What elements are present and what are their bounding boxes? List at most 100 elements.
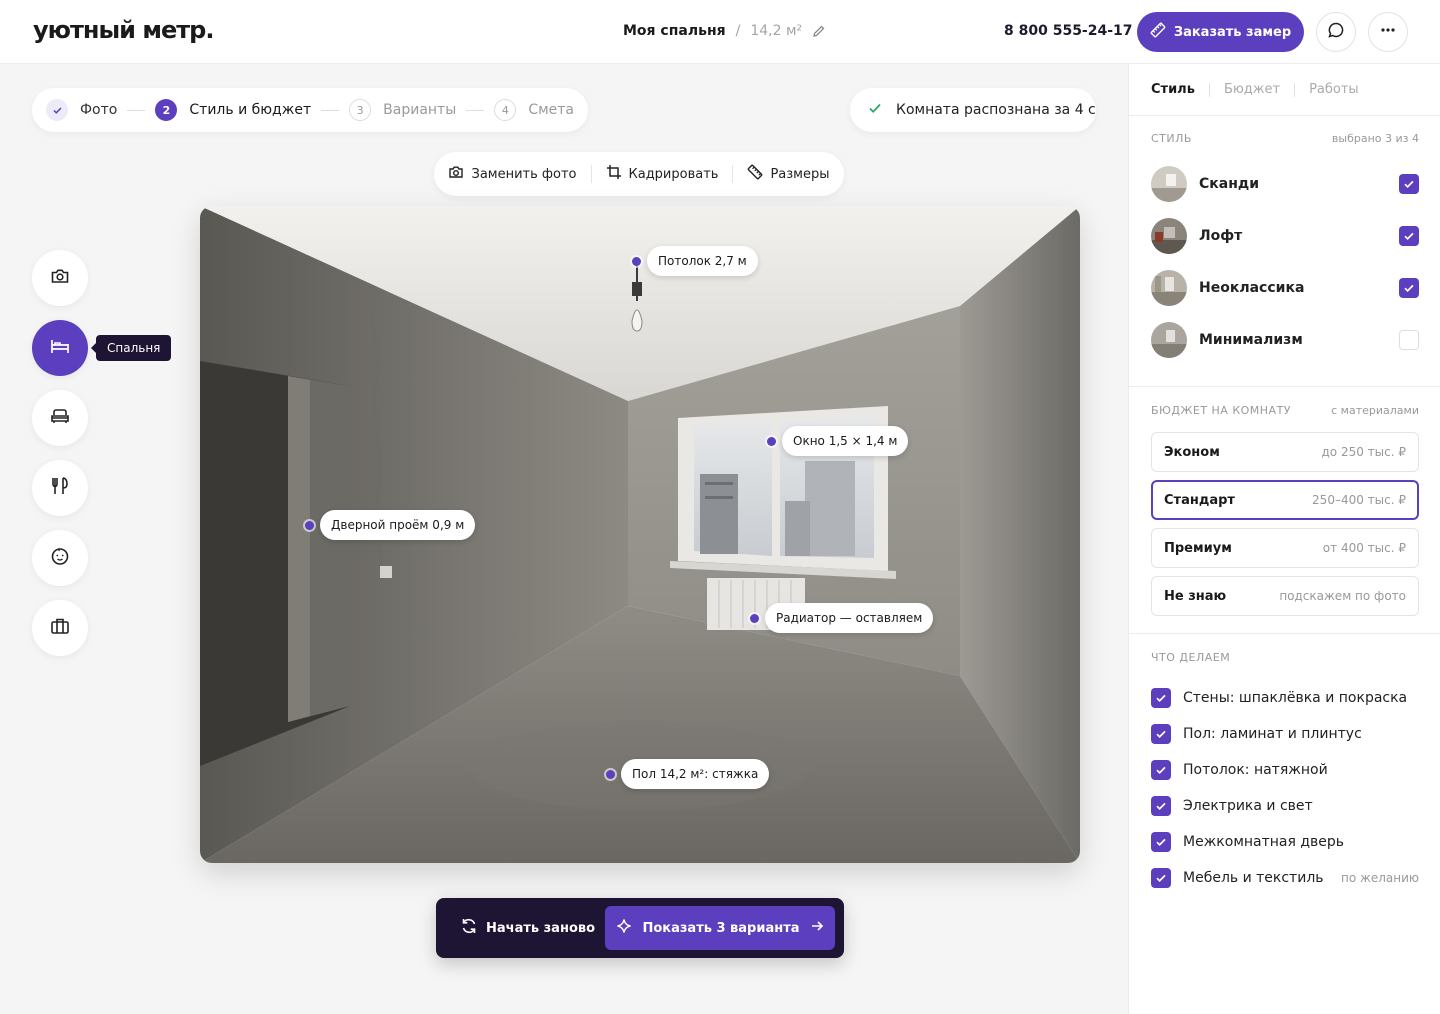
sparkle-icon <box>616 918 632 938</box>
step-variants[interactable]: 3 Варианты <box>349 99 456 121</box>
chat-button[interactable] <box>1316 12 1356 52</box>
annotation-window[interactable]: Окно 1,5 × 1,4 м <box>767 426 909 456</box>
restart-button[interactable]: Начать заново <box>436 917 605 939</box>
section-divider <box>1129 633 1440 634</box>
phone-number[interactable]: 8 800 555-24-17 <box>1004 23 1133 39</box>
step-style-budget[interactable]: 2 Стиль и бюджет <box>155 99 311 121</box>
edit-pencil-icon[interactable] <box>812 24 826 38</box>
annotation-label: Окно 1,5 × 1,4 м <box>782 426 909 456</box>
annotation-dot <box>305 520 314 530</box>
style-option-loft[interactable]: Лофт <box>1151 216 1419 256</box>
work-item-ceiling[interactable]: Потолок: натяжной <box>1151 759 1419 781</box>
checkbox-checked-icon[interactable] <box>1151 760 1171 780</box>
rail-kids-room-button[interactable] <box>32 530 88 586</box>
annotation-door[interactable]: Дверной проём 0,9 м <box>305 510 476 540</box>
work-item-door[interactable]: Межкомнатная дверь <box>1151 831 1419 853</box>
checkbox-unchecked-icon[interactable] <box>1399 330 1419 350</box>
room-name[interactable]: Моя спальня <box>623 23 726 39</box>
checkbox-checked-icon[interactable] <box>1151 832 1171 852</box>
fork-knife-icon <box>49 475 71 501</box>
show-variants-button[interactable]: Показать 3 варианта <box>605 906 835 950</box>
work-label: Межкомнатная дверь <box>1183 834 1345 850</box>
annotation-dot <box>632 256 641 266</box>
checkbox-checked-icon[interactable] <box>1399 174 1419 194</box>
budget-section-title: БЮДЖЕТ НА КОМНАТУ <box>1151 404 1292 417</box>
style-name: Неоклассика <box>1199 280 1305 296</box>
tab-budget[interactable]: Бюджет <box>1224 82 1280 97</box>
step-connector <box>466 109 485 111</box>
crop-icon <box>606 164 622 184</box>
budget-option-unknown[interactable]: Не знаю подскажем по фото <box>1151 576 1419 616</box>
more-button[interactable] <box>1368 12 1408 52</box>
style-option-neoclassic[interactable]: Неоклассика <box>1151 268 1419 308</box>
step-connector <box>321 109 340 111</box>
checkbox-checked-icon[interactable] <box>1399 226 1419 246</box>
work-label: Мебель и текстиль <box>1183 870 1324 886</box>
breadcrumb-separator: / <box>735 23 741 39</box>
work-item-floor[interactable]: Пол: ламинат и плинтус <box>1151 723 1419 745</box>
replace-photo-button[interactable]: Заменить фото <box>434 164 590 184</box>
rail-wardrobe-button[interactable] <box>32 600 88 656</box>
work-item-walls[interactable]: Стены: шпаклёвка и покраска <box>1151 687 1419 709</box>
logo[interactable]: уютный метр. <box>33 16 214 44</box>
ruler-icon <box>747 164 763 184</box>
crop-button[interactable]: Кадрировать <box>592 164 733 184</box>
recognition-text: Комната распознана за 4 с <box>896 102 1096 118</box>
checkbox-checked-icon[interactable] <box>1151 868 1171 888</box>
rail-photo-button[interactable] <box>32 250 88 306</box>
budget-value: до 250 тыс. ₽ <box>1321 445 1407 459</box>
budget-option-standard[interactable]: Стандарт 250–400 тыс. ₽ <box>1151 480 1419 520</box>
checkbox-checked-icon[interactable] <box>1151 796 1171 816</box>
budget-name: Эконом <box>1164 444 1220 460</box>
room-photo[interactable]: Потолок 2,7 м Окно 1,5 × 1,4 м Дверной п… <box>200 206 1080 863</box>
arrow-right-icon <box>810 919 824 937</box>
tab-divider <box>1294 82 1296 97</box>
rail-tooltip: Спальня <box>90 335 172 361</box>
annotation-radiator[interactable]: Радиатор — оставляем <box>750 603 934 633</box>
annotation-floor[interactable]: Пол 14,2 м²: стяжка <box>606 759 770 789</box>
step-estimate[interactable]: 4 Смета <box>494 99 574 121</box>
progress-stepper: Фото 2 Стиль и бюджет 3 Варианты 4 Смета <box>32 88 588 132</box>
budget-option-premium[interactable]: Премиум от 400 тыс. ₽ <box>1151 528 1419 568</box>
style-name: Лофт <box>1199 228 1243 244</box>
bottom-action-bar: Начать заново Показать 3 варианта <box>436 898 844 958</box>
step-done-check-icon <box>46 99 68 121</box>
order-measurement-button[interactable]: Заказать замер <box>1137 12 1304 52</box>
chat-icon <box>1327 21 1345 43</box>
tab-divider <box>1208 82 1210 97</box>
work-item-electrics[interactable]: Электрика и свет <box>1151 795 1419 817</box>
budget-option-economy[interactable]: Эконом до 250 тыс. ₽ <box>1151 432 1419 472</box>
annotation-dot <box>750 613 759 623</box>
recognition-status: Комната распознана за 4 с <box>850 88 1096 132</box>
dimensions-button[interactable]: Размеры <box>733 164 843 184</box>
step-photo[interactable]: Фото <box>46 99 117 121</box>
style-thumbnail <box>1151 218 1187 254</box>
budget-value: 250–400 тыс. ₽ <box>1312 493 1406 507</box>
rail-living-room-button[interactable] <box>32 390 88 446</box>
style-option-scandi[interactable]: Сканди <box>1151 164 1419 204</box>
step-label: Варианты <box>383 102 457 118</box>
style-section-title: СТИЛЬ <box>1151 132 1192 145</box>
checkbox-checked-icon[interactable] <box>1151 724 1171 744</box>
order-measurement-label: Заказать замер <box>1173 24 1292 40</box>
budget-value: от 400 тыс. ₽ <box>1322 541 1406 555</box>
tab-style[interactable]: Стиль <box>1151 82 1195 97</box>
tab-works[interactable]: Работы <box>1309 82 1359 97</box>
rail-bedroom-button[interactable] <box>32 320 88 376</box>
breadcrumb: Моя спальня / 14,2 м² <box>623 23 826 39</box>
step-number: 4 <box>494 99 517 121</box>
style-option-minimalism[interactable]: Минимализм <box>1151 320 1419 360</box>
checkbox-checked-icon[interactable] <box>1399 278 1419 298</box>
rail-kitchen-button[interactable] <box>32 460 88 516</box>
bed-icon <box>49 335 71 361</box>
style-name: Минимализм <box>1199 332 1303 348</box>
baby-face-icon <box>49 545 71 571</box>
works-section-title: ЧТО ДЕЛАЕМ <box>1151 651 1231 664</box>
annotation-ceiling[interactable]: Потолок 2,7 м <box>632 246 758 276</box>
checkbox-checked-icon[interactable] <box>1151 688 1171 708</box>
ruler-icon <box>1150 22 1166 42</box>
work-item-furniture[interactable]: Мебель и текстиль по желанию <box>1151 867 1419 889</box>
settings-panel: Стиль Бюджет Работы СТИЛЬ выбрано 3 из 4… <box>1128 64 1440 1014</box>
annotation-label: Потолок 2,7 м <box>647 246 758 276</box>
top-header: уютный метр. Моя спальня / 14,2 м² 8 800… <box>0 0 1440 64</box>
